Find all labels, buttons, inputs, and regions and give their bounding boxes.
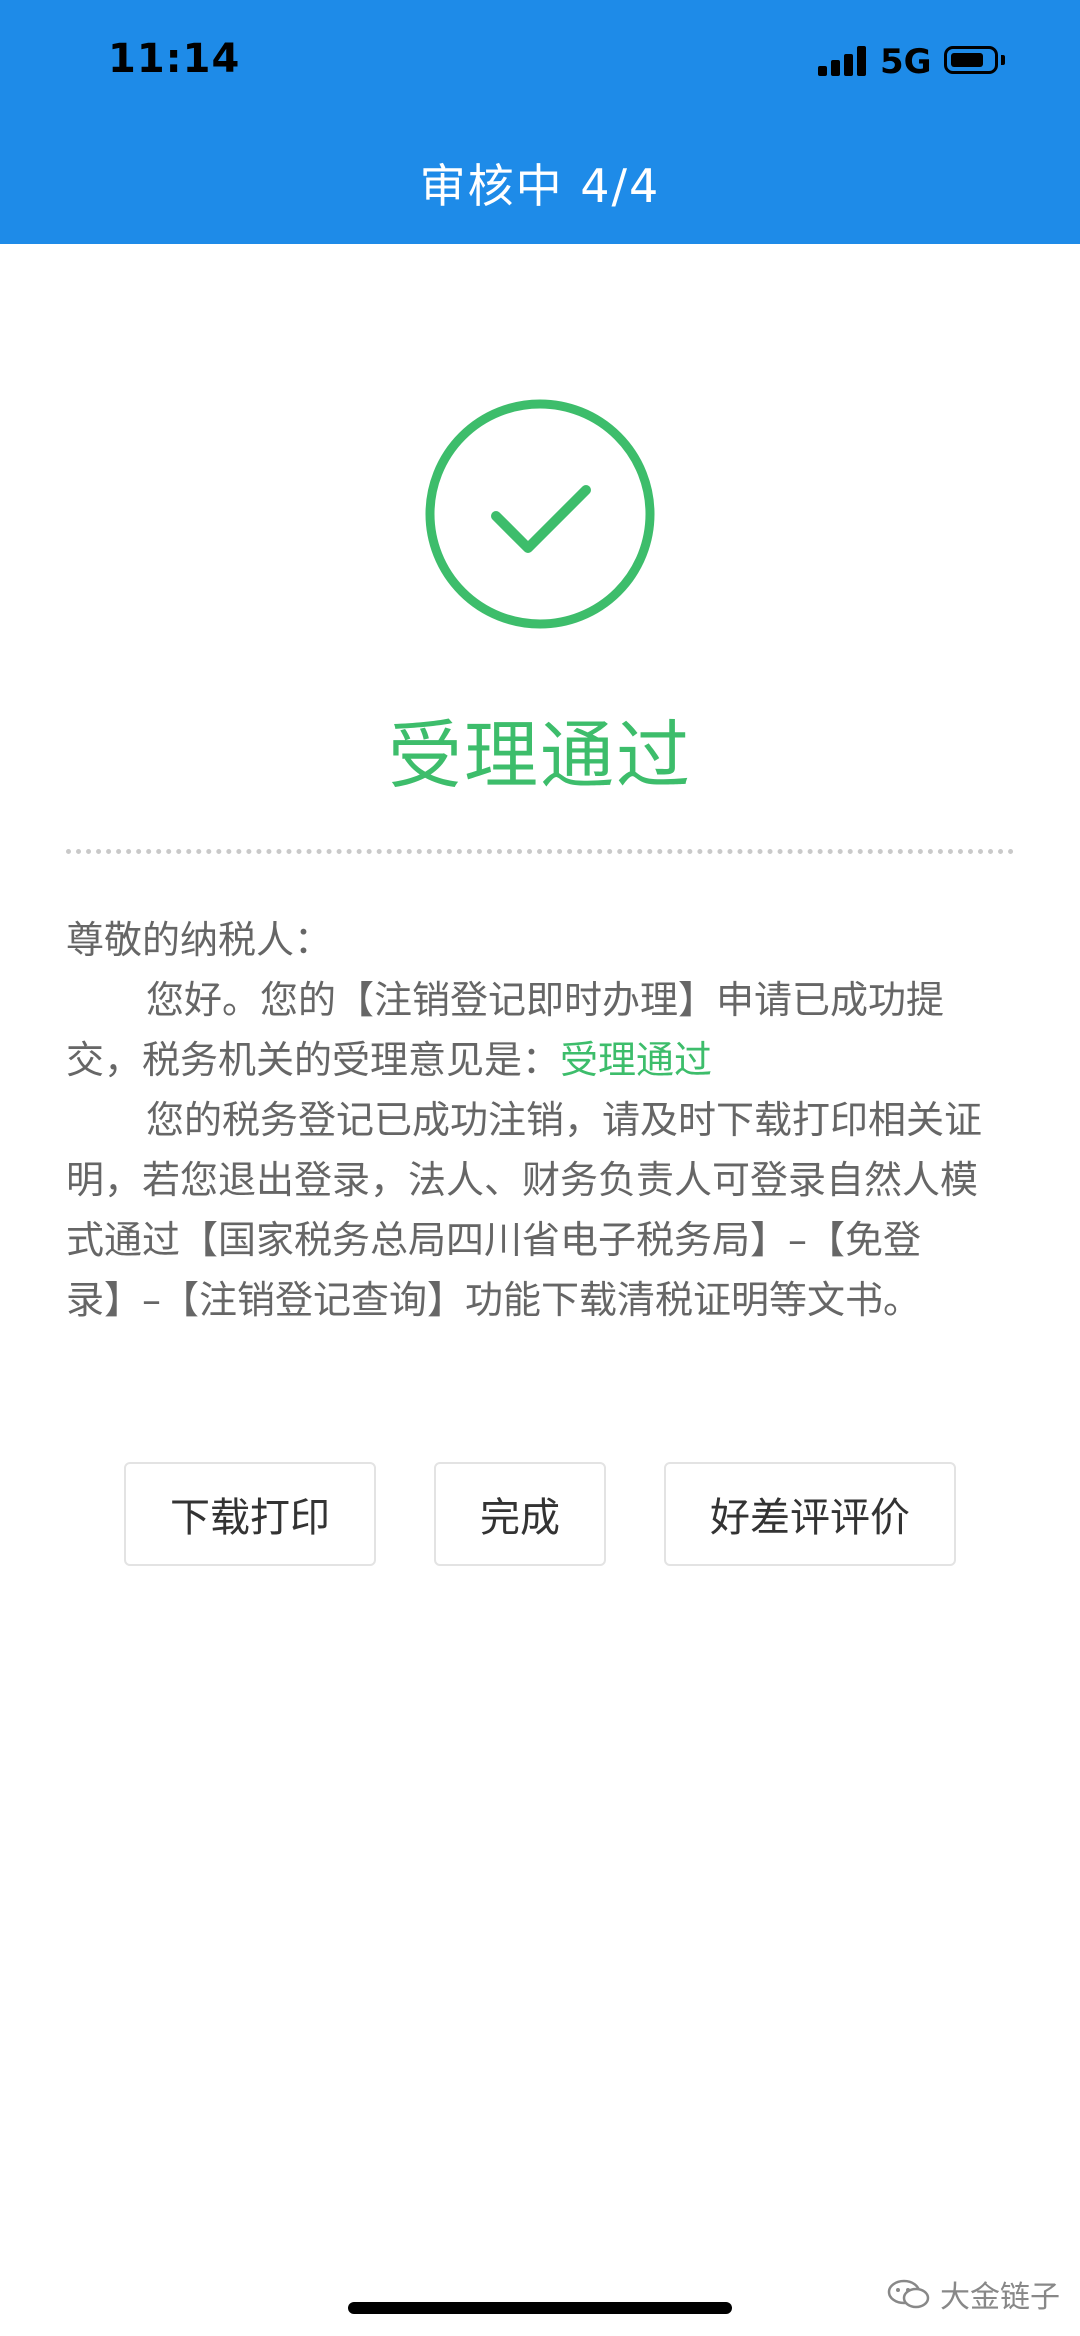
battery-icon — [944, 46, 998, 74]
wechat-icon — [887, 2279, 930, 2309]
result-message: 尊敬的纳税人： 您好。您的【注销登记即时办理】申请已成功提交，税务机关的受理意见… — [66, 910, 1006, 1330]
watermark-text: 大金链子 — [940, 2280, 1060, 2315]
rating-button[interactable]: 好差评评价 — [664, 1462, 956, 1566]
app-header: 11:14 5G 审核中 4/4 — [0, 0, 1080, 244]
message-paragraph-1: 您好。您的【注销登记即时办理】申请已成功提交，税务机关的受理意见是：受理通过 — [66, 970, 1006, 1090]
message-text: 您好。您的【注销登记即时办理】申请已成功提交，税务机关的受理意见是： — [66, 978, 945, 1082]
done-button[interactable]: 完成 — [434, 1462, 606, 1566]
result-title: 受理通过 — [388, 713, 692, 799]
signal-icon — [818, 46, 870, 76]
home-indicator[interactable] — [348, 2302, 732, 2314]
message-paragraph-2: 您的税务登记已成功注销，请及时下载打印相关证明，若您退出登录，法人、财务负责人可… — [66, 1098, 983, 1322]
dotted-divider — [66, 849, 1014, 854]
download-print-button[interactable]: 下载打印 — [124, 1462, 376, 1566]
watermark: 大金链子 — [886, 2272, 1060, 2316]
page-title: 审核中 4/4 — [419, 159, 661, 213]
network-label: 5G — [880, 42, 932, 82]
battery-tip — [1001, 55, 1005, 65]
status-time: 11:14 — [108, 36, 241, 82]
salutation: 尊敬的纳税人： — [66, 918, 333, 962]
acceptance-result: 受理通过 — [560, 1038, 713, 1082]
check-circle-icon — [424, 398, 656, 630]
